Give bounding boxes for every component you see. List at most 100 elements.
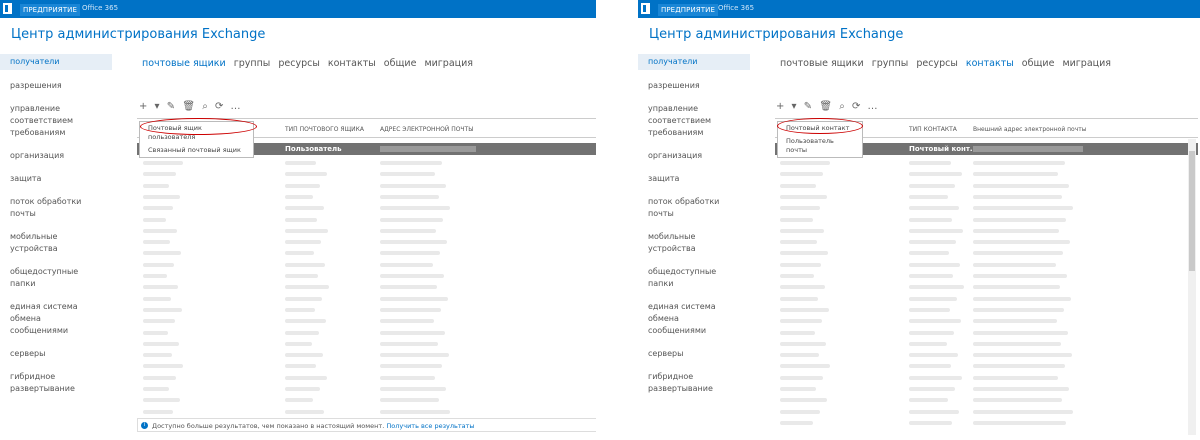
redacted-cell <box>380 398 439 403</box>
redacted-cell <box>285 307 315 312</box>
tab-contacts[interactable]: контакты <box>328 58 376 69</box>
col-external-email[interactable]: Внешний адрес электронной почты <box>973 126 1087 133</box>
redacted-cell <box>380 375 435 380</box>
redacted-cell <box>380 161 442 165</box>
nav-unified-messaging[interactable]: единая система обмена сообщениями <box>0 301 108 337</box>
redacted-cell <box>780 194 827 199</box>
nav-public-folders[interactable]: общедоступные папки <box>0 266 112 290</box>
nav-mail-flow[interactable]: поток обработки почты <box>638 196 750 220</box>
right-pane: ПРЕДПРИЯТИЕ Office 365 Центр администрир… <box>638 0 1200 440</box>
tab-resources[interactable]: ресурсы <box>278 58 319 69</box>
redacted-cell <box>909 251 949 256</box>
nav-mobile[interactable]: мобильные устройства <box>0 231 112 255</box>
redacted-cell <box>909 217 952 222</box>
nav-recipients[interactable]: получатели <box>638 54 750 70</box>
nav-protection[interactable]: защита <box>0 173 112 185</box>
nav-protection[interactable]: защита <box>638 173 750 185</box>
left-pane: ПРЕДПРИЯТИЕ Office 365 Центр администрир… <box>0 0 596 440</box>
redacted-cell <box>909 285 964 290</box>
enterprise-tab[interactable]: ПРЕДПРИЯТИЕ <box>658 4 718 16</box>
redacted-cell <box>780 319 822 324</box>
selected-type: Пользователь <box>285 145 342 153</box>
menu-linked-mailbox[interactable]: Связанный почтовый ящик <box>140 144 253 157</box>
redacted-cell <box>909 161 951 165</box>
scrollbar[interactable] <box>1188 139 1196 435</box>
redacted-cell <box>780 217 813 222</box>
highlight-ring <box>140 118 257 135</box>
nav-permissions[interactable]: разрешения <box>0 80 112 92</box>
tab-mailboxes[interactable]: почтовые ящики <box>780 58 864 69</box>
tab-mailboxes[interactable]: почтовые ящики <box>142 58 226 69</box>
redacted-cell <box>909 364 951 369</box>
nav-hybrid[interactable]: гибридное развертывание <box>0 371 96 395</box>
redacted-cell <box>285 375 327 380</box>
nav-public-folders[interactable]: общедоступные папки <box>638 266 750 290</box>
left-nav: получатели разрешения управление соответ… <box>0 54 112 395</box>
redacted-cell <box>973 375 1058 380</box>
redacted-cell <box>143 240 170 245</box>
redacted-cell <box>285 194 313 199</box>
tab-migration[interactable]: миграция <box>1062 58 1111 69</box>
nav-organization[interactable]: организация <box>0 150 112 162</box>
tab-shared[interactable]: общие <box>1022 58 1055 69</box>
nav-servers[interactable]: серверы <box>638 348 750 360</box>
toolbar[interactable]: + ▾ ✎ 🗑 ⌕ ⟳ … <box>776 101 880 112</box>
office365-tab[interactable]: Office 365 <box>718 4 754 12</box>
redacted-cell <box>973 183 1069 188</box>
redacted-cell <box>780 387 816 391</box>
redacted-cell <box>380 387 446 391</box>
menu-mail-user[interactable]: Пользователь почты <box>778 135 862 157</box>
app-title: Центр администрирования Exchange <box>11 27 266 42</box>
redacted-cell <box>909 398 948 403</box>
redacted-cell <box>143 364 183 369</box>
redacted-cell <box>380 274 444 278</box>
tab-groups[interactable]: группы <box>872 58 909 69</box>
redacted-cell <box>380 251 440 256</box>
tab-shared[interactable]: общие <box>384 58 417 69</box>
redacted-cell <box>143 228 177 233</box>
nav-permissions[interactable]: разрешения <box>638 80 750 92</box>
tab-migration[interactable]: миграция <box>424 58 473 69</box>
nav-compliance[interactable]: управление соответствием требованиям <box>638 103 718 139</box>
redacted-cell <box>973 319 1057 324</box>
enterprise-tab[interactable]: ПРЕДПРИЯТИЕ <box>20 4 80 16</box>
nav-servers[interactable]: серверы <box>0 348 112 360</box>
office-logo-icon <box>641 3 650 14</box>
nav-organization[interactable]: организация <box>638 150 750 162</box>
tab-contacts[interactable]: контакты <box>966 58 1014 69</box>
redacted-cell <box>909 330 954 335</box>
nav-recipients[interactable]: получатели <box>0 54 112 70</box>
redacted-cell <box>380 206 450 211</box>
col-email[interactable]: АДРЕС ЭЛЕКТРОННОЙ ПОЧТЫ <box>380 126 474 133</box>
get-all-results-link[interactable]: Получить все результаты <box>386 422 474 430</box>
col-mailbox-type[interactable]: ТИП ПОЧТОВОГО ЯЩИКА <box>285 126 364 133</box>
redacted-email <box>380 146 476 152</box>
redacted-cell <box>285 251 314 256</box>
redacted-cell <box>143 330 168 335</box>
redacted-cell <box>909 262 960 267</box>
redacted-cell <box>380 307 441 312</box>
scroll-thumb[interactable] <box>1189 151 1195 271</box>
mailbox-grid: ТИП ПОЧТОВОГО ЯЩИКА АДРЕС ЭЛЕКТРОННОЙ ПО… <box>137 118 596 414</box>
nav-unified-messaging[interactable]: единая система обмена сообщениями <box>638 301 746 337</box>
redacted-cell <box>380 194 439 199</box>
redacted-cell <box>143 262 174 267</box>
redacted-cell <box>780 398 827 403</box>
redacted-cell <box>143 206 173 211</box>
office365-tab[interactable]: Office 365 <box>82 4 118 12</box>
col-contact-type[interactable]: ТИП КОНТАКТА <box>909 126 957 133</box>
info-icon: i <box>141 422 148 429</box>
nav-mobile[interactable]: мобильные устройства <box>638 231 750 255</box>
nav-mail-flow[interactable]: поток обработки почты <box>0 196 112 220</box>
nav-hybrid[interactable]: гибридное развертывание <box>638 371 734 395</box>
redacted-cell <box>909 274 953 278</box>
redacted-cell <box>380 183 446 188</box>
tab-groups[interactable]: группы <box>234 58 271 69</box>
redacted-cell <box>780 172 823 177</box>
redacted-cell <box>380 240 447 245</box>
toolbar[interactable]: + ▾ ✎ 🗑 ⌕ ⟳ … <box>139 101 243 112</box>
redacted-cell <box>909 183 955 188</box>
tab-resources[interactable]: ресурсы <box>916 58 957 69</box>
redacted-cell <box>143 387 169 391</box>
nav-compliance[interactable]: управление соответствием требованиям <box>0 103 80 139</box>
